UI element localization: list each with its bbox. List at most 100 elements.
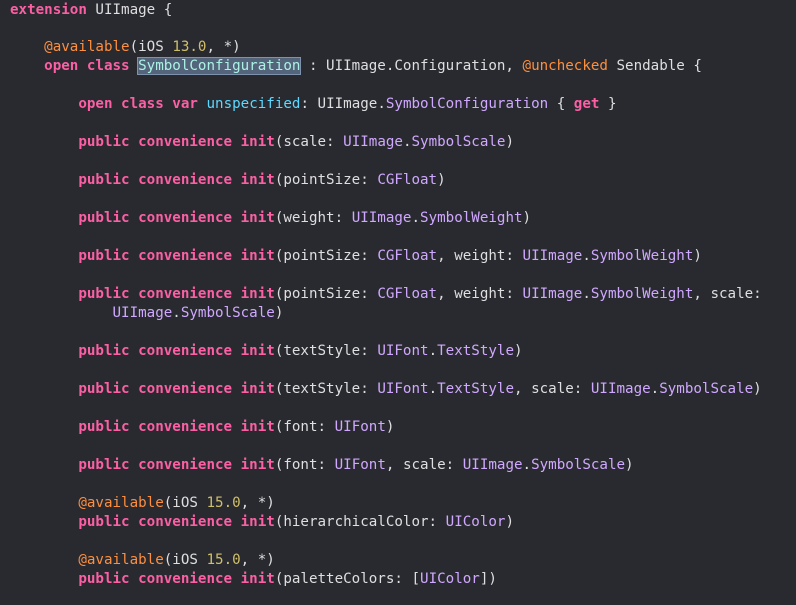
code-line: public convenience init(textStyle: UIFon… xyxy=(10,342,523,361)
code-token: (hierarchicalColor: xyxy=(274,514,446,530)
code-line: public convenience init(paletteColors: [… xyxy=(10,570,497,589)
type-token: UIImage xyxy=(590,381,651,397)
code-token: (font: xyxy=(274,457,335,473)
code-line: UIImage.SymbolScale) xyxy=(10,304,284,323)
keyword-token: open class xyxy=(44,58,130,74)
type-token: UIImage xyxy=(462,457,523,473)
code-token: (iOS xyxy=(163,552,207,568)
code-token: Sendable { xyxy=(607,58,702,74)
keyword-token: public convenience init xyxy=(78,571,275,587)
code-token: (textStyle: xyxy=(274,343,378,359)
code-token: . xyxy=(402,134,412,150)
code-line: public convenience init(scale: UIImage.S… xyxy=(10,133,514,152)
code-line: @available(iOS 15.0, *) xyxy=(10,494,275,513)
attribute-token: @available xyxy=(78,552,164,568)
keyword-token: public convenience init xyxy=(78,457,275,473)
code-token: (paletteColors: [ xyxy=(274,571,421,587)
code-token: ) xyxy=(753,381,762,397)
code-token: (iOS xyxy=(163,495,207,511)
type-token: CGFloat xyxy=(377,172,438,188)
type-token: UIColor xyxy=(445,514,506,530)
type-token: UIImage xyxy=(522,248,583,264)
attribute-token: @available xyxy=(44,39,130,55)
code-token: . xyxy=(522,457,532,473)
code-token: . xyxy=(411,210,421,226)
type-token: UIImage xyxy=(351,210,412,226)
code-token: . xyxy=(650,381,660,397)
code-line: public convenience init(textStyle: UIFon… xyxy=(10,380,762,399)
code-token: : UIImage. xyxy=(300,96,386,112)
code-token: . xyxy=(582,248,591,264)
highlighted-symbol[interactable]: SymbolConfiguration xyxy=(137,57,302,75)
code-token: unspecified xyxy=(206,96,301,112)
type-token: UIFont xyxy=(334,419,386,435)
type-token: UIFont xyxy=(377,343,429,359)
code-line: public convenience init(pointSize: CGFlo… xyxy=(10,247,702,266)
code-line: public convenience init(font: UIFont, sc… xyxy=(10,456,634,475)
code-token: ) xyxy=(693,248,702,264)
keyword-token: public convenience init xyxy=(78,381,275,397)
code-line: public convenience init(font: UIFont) xyxy=(10,418,394,437)
type-token: CGFloat xyxy=(377,248,438,264)
code-token: (textStyle: xyxy=(274,381,378,397)
code-token: (pointSize: xyxy=(274,172,378,188)
keyword-token: extension xyxy=(10,2,87,18)
code-token: , *) xyxy=(206,39,241,55)
type-token: UIColor xyxy=(420,571,480,587)
code-token: , scale: xyxy=(693,286,762,302)
keyword-token: open class var xyxy=(78,96,198,112)
code-line: open class var unspecified: UIImage.Symb… xyxy=(10,95,616,114)
code-token: (pointSize: xyxy=(274,248,378,264)
code-token: . xyxy=(428,343,438,359)
code-token: , *) xyxy=(240,495,275,511)
code-token: , scale: xyxy=(513,381,591,397)
code-token: , weight: xyxy=(437,248,523,264)
code-token: . xyxy=(172,305,181,321)
code-token: . xyxy=(582,286,591,302)
code-token: , *) xyxy=(240,552,275,568)
code-editor[interactable]: extension UIImage { @available(iOS 13.0,… xyxy=(0,0,796,605)
code-line: public convenience init(weight: UIImage.… xyxy=(10,209,531,228)
code-token: (weight: xyxy=(274,210,352,226)
number-token: 13.0 xyxy=(172,39,207,55)
keyword-token: public convenience init xyxy=(78,210,275,226)
type-token: SymbolConfiguration xyxy=(385,96,549,112)
code-token: ) xyxy=(385,419,395,435)
keyword-token: public convenience init xyxy=(78,514,275,530)
code-line: @available(iOS 13.0, *) xyxy=(10,38,241,57)
code-token: ) xyxy=(513,343,523,359)
code-token: UIImage { xyxy=(86,2,173,18)
type-token: UIFont xyxy=(334,457,386,473)
type-token: SymbolScale xyxy=(531,457,626,473)
code-line: public convenience init(pointSize: CGFlo… xyxy=(10,171,445,190)
type-token: UIImage xyxy=(112,305,173,321)
keyword-token: public convenience init xyxy=(78,343,275,359)
code-token: (pointSize: xyxy=(274,286,378,302)
code-token: (font: xyxy=(274,419,335,435)
code-token: (scale: xyxy=(274,134,344,150)
type-token: UIFont xyxy=(377,381,429,397)
code-token: ) xyxy=(505,514,514,530)
code-token: ) xyxy=(274,305,284,321)
type-token: TextStyle xyxy=(437,381,514,397)
type-token: UIImage xyxy=(343,134,403,150)
code-token: ) xyxy=(625,457,634,473)
code-token: , weight: xyxy=(437,286,523,302)
code-token: , scale: xyxy=(385,457,463,473)
